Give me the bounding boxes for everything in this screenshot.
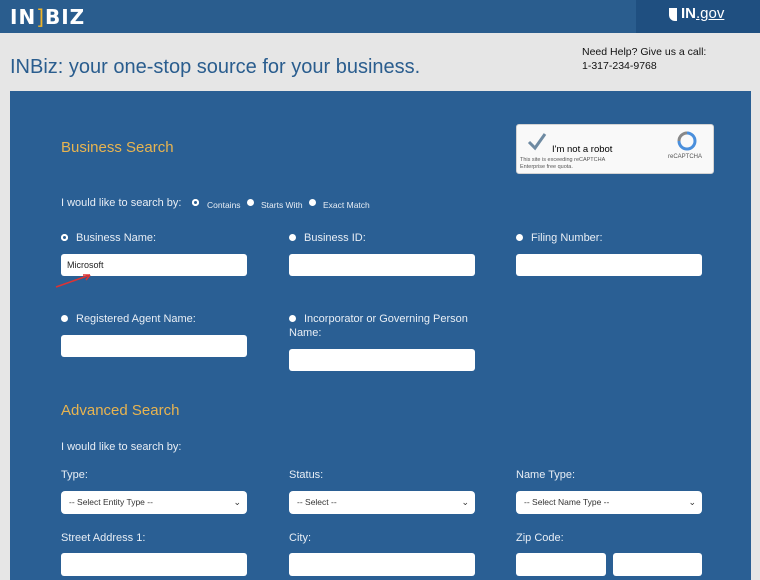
filing-number-radio[interactable]: [516, 234, 523, 241]
recaptcha-logo-icon: [677, 131, 697, 151]
starts-with-label: Starts With: [261, 200, 303, 210]
recaptcha-brand: reCAPTCHA: [668, 154, 703, 160]
city-input[interactable]: [289, 553, 475, 576]
annotation-arrow-icon: [55, 274, 91, 288]
recaptcha-widget[interactable]: I'm not a robot This site is exceeding r…: [516, 124, 714, 174]
incorporator-input[interactable]: [289, 349, 475, 371]
help-text: Need Help? Give us a call: 1-317-234-976…: [582, 46, 707, 72]
status-label: Status:: [289, 469, 324, 481]
advanced-search-heading: Advanced Search: [61, 402, 180, 419]
recaptcha-note: This site is exceeding reCAPTCHA Enterpr…: [520, 157, 606, 170]
filing-number-label: Filing Number:: [531, 232, 603, 244]
registered-agent-radio[interactable]: [61, 315, 68, 322]
top-bar: IN]BIZ IN.gov: [0, 0, 760, 33]
name-type-label: Name Type:: [516, 469, 576, 481]
ingov-logo[interactable]: IN.gov: [636, 0, 760, 33]
business-search-heading: Business Search: [61, 139, 174, 156]
incorporator-radio[interactable]: [289, 315, 296, 322]
chevron-down-icon: ⌄: [688, 497, 696, 507]
search-by-label: I would like to search by:: [61, 197, 182, 209]
business-id-label: Business ID:: [304, 232, 366, 244]
advanced-search-by-label: I would like to search by:: [61, 441, 182, 453]
page-title: INBiz: your one-stop source for your bus…: [10, 56, 421, 78]
registered-agent-input[interactable]: [61, 335, 247, 357]
indiana-icon: [669, 8, 677, 21]
business-name-radio[interactable]: [61, 234, 68, 241]
contains-label: Contains: [207, 200, 241, 210]
business-name-label: Business Name:: [76, 232, 157, 244]
checkmark-icon: [527, 133, 547, 151]
type-label: Type:: [61, 469, 88, 481]
exact-match-radio[interactable]: [309, 199, 316, 206]
zip-extension-input[interactable]: [613, 553, 702, 576]
chevron-down-icon: ⌄: [233, 497, 241, 507]
business-id-radio[interactable]: [289, 234, 296, 241]
incorporator-label: Incorporator or Governing Person: [304, 313, 468, 325]
inbiz-logo[interactable]: IN]BIZ: [10, 5, 85, 29]
starts-with-radio[interactable]: [247, 199, 254, 206]
business-id-input[interactable]: [289, 254, 475, 276]
zip-code-input[interactable]: [516, 553, 606, 576]
exact-match-label: Exact Match: [323, 200, 370, 210]
contains-radio[interactable]: [192, 199, 199, 206]
filing-number-input[interactable]: [516, 254, 702, 276]
zip-code-label: Zip Code:: [516, 532, 564, 544]
entity-type-select[interactable]: -- Select Entity Type -- ⌄: [61, 491, 247, 514]
chevron-down-icon: ⌄: [461, 497, 469, 507]
street-address-label: Street Address 1:: [61, 532, 146, 544]
incorporator-label-cont: Name:: [289, 327, 322, 339]
registered-agent-label: Registered Agent Name:: [76, 313, 196, 325]
name-type-select[interactable]: -- Select Name Type -- ⌄: [516, 491, 702, 514]
status-select[interactable]: -- Select -- ⌄: [289, 491, 475, 514]
city-label: City:: [289, 532, 311, 544]
recaptcha-label: I'm not a robot: [552, 144, 613, 155]
street-address-input[interactable]: [61, 553, 247, 576]
